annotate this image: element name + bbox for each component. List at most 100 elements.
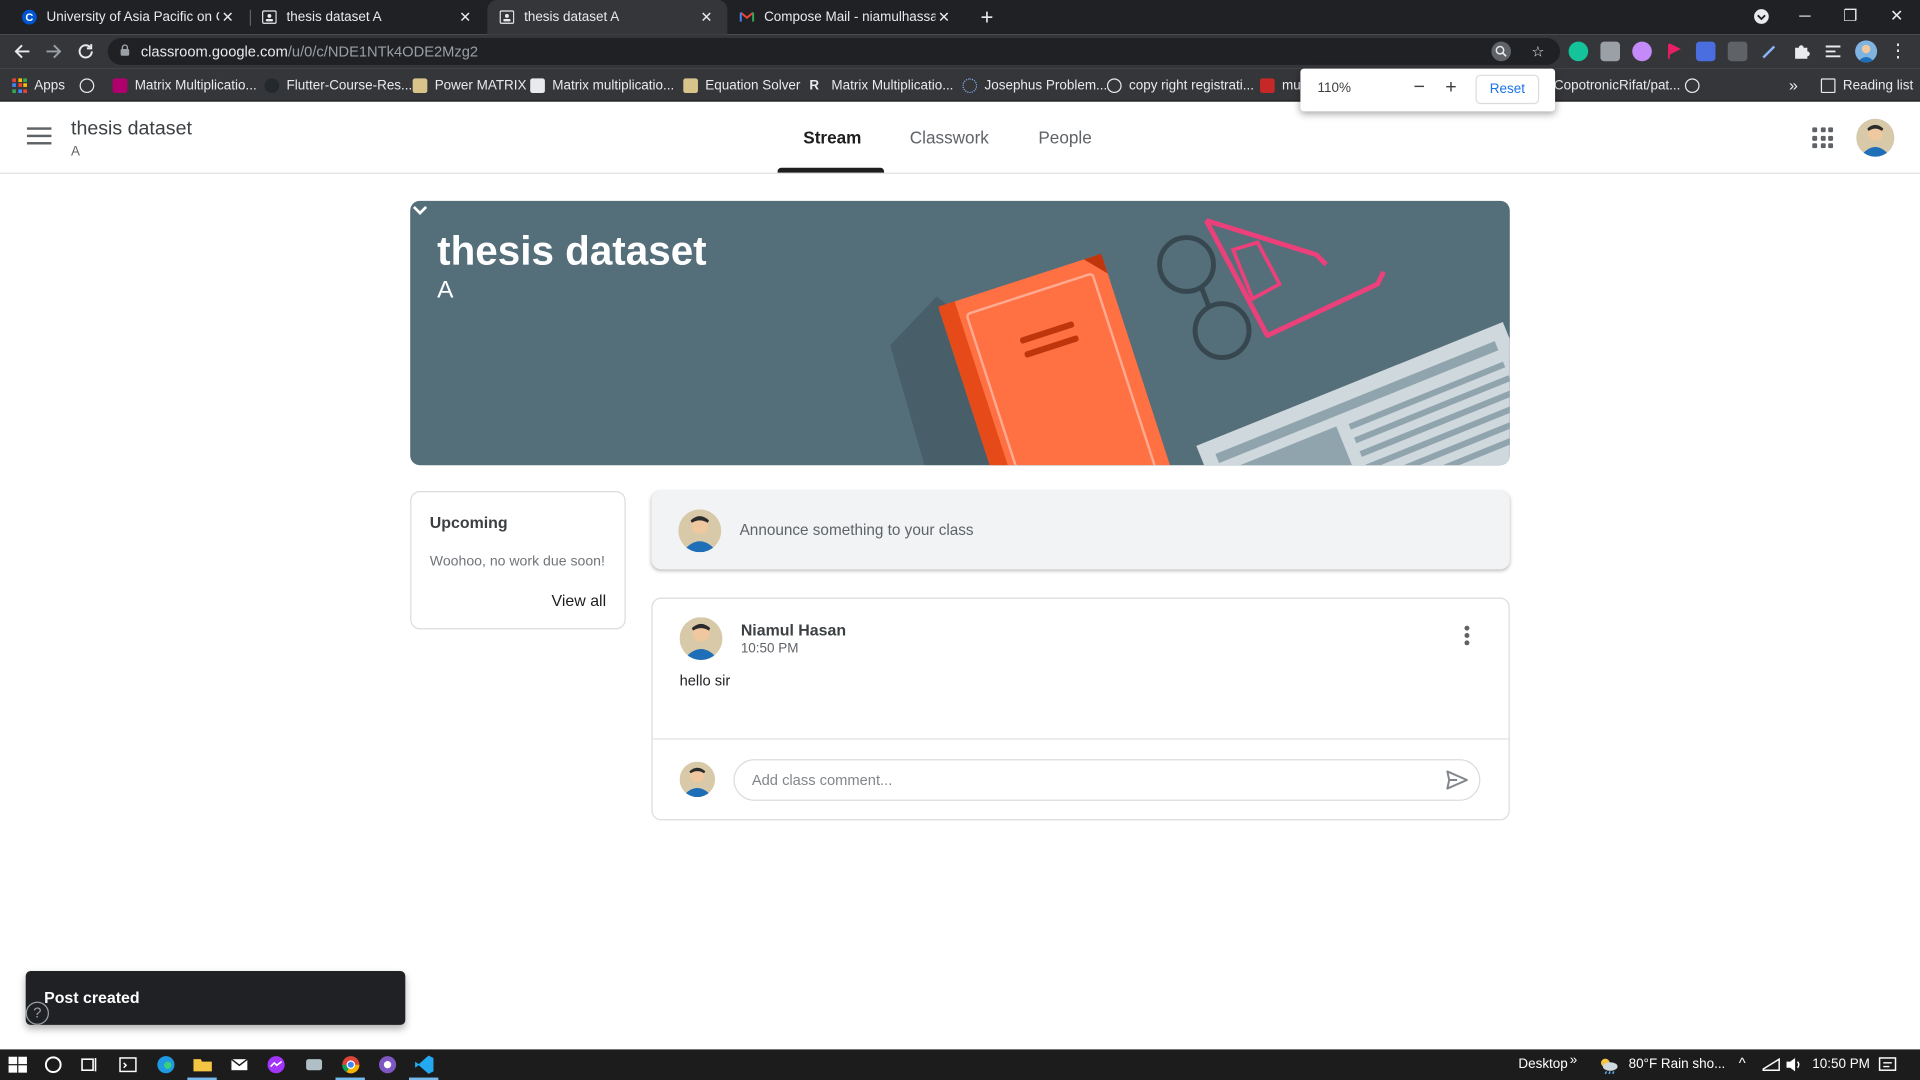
volume-icon[interactable] xyxy=(1784,1054,1805,1075)
chevron-down-icon[interactable] xyxy=(410,201,430,221)
toolbar-chevron[interactable]: » xyxy=(1570,1053,1578,1068)
tab-people[interactable]: People xyxy=(1038,127,1091,147)
globe-icon xyxy=(1684,77,1700,93)
url-path: /u/0/c/NDE1NTk4ODE2Mzg2 xyxy=(287,42,479,61)
class-title[interactable]: thesis dataset xyxy=(71,119,192,141)
new-tab-button[interactable]: + xyxy=(976,5,998,29)
apps-bookmark[interactable]: Apps xyxy=(12,69,65,102)
notifications-icon[interactable] xyxy=(1877,1054,1898,1075)
class-section: A xyxy=(71,144,81,160)
bookmark-item[interactable] xyxy=(79,69,102,102)
bookmark-star-icon[interactable]: ☆ xyxy=(1528,42,1548,62)
post-author: Niamul Hasan xyxy=(740,620,847,640)
extension-icon[interactable] xyxy=(1632,41,1652,62)
file-explorer-icon[interactable] xyxy=(192,1054,213,1075)
browser-tab-classroom-1[interactable]: thesis dataset A ✕ xyxy=(250,0,486,34)
restore-icon[interactable]: ❐ xyxy=(1828,0,1872,34)
forward-icon[interactable] xyxy=(42,39,66,63)
google-apps-icon[interactable] xyxy=(1812,127,1834,149)
vscode-icon[interactable] xyxy=(414,1054,435,1075)
network-icon[interactable] xyxy=(1761,1054,1782,1075)
task-view-icon[interactable] xyxy=(80,1054,101,1075)
back-icon[interactable] xyxy=(10,39,34,63)
account-avatar[interactable] xyxy=(1856,118,1895,157)
bookmark-item[interactable]: R Matrix Multiplicatio... xyxy=(809,69,953,102)
address-bar[interactable]: classroom.google.com/u/0/c/NDE1NTk4ODE2M… xyxy=(107,37,1561,65)
browser-tab-gmail[interactable]: Compose Mail - niamulhassan64 ✕ xyxy=(727,0,965,34)
desktop-toolbar-label[interactable]: Desktop xyxy=(1518,1057,1567,1072)
zoom-icon[interactable] xyxy=(1491,41,1512,62)
bookmark-icon xyxy=(112,77,128,93)
bookmark-item[interactable]: Josephus Problem... xyxy=(962,69,1107,102)
globe-icon xyxy=(1106,77,1122,93)
profile-indicator-icon[interactable] xyxy=(1739,0,1783,34)
bookmark-item[interactable]: mu xyxy=(1260,69,1301,102)
more-options-icon[interactable] xyxy=(1461,625,1473,648)
app-icon[interactable] xyxy=(304,1054,325,1075)
close-tab-icon[interactable]: ✕ xyxy=(219,9,236,26)
terminal-icon[interactable] xyxy=(118,1054,139,1075)
bookmark-item[interactable]: copy right registrati... xyxy=(1106,69,1254,102)
bookmark-item[interactable] xyxy=(1684,69,1707,102)
author-avatar xyxy=(679,617,723,661)
clock-time[interactable]: 10:50 PM xyxy=(1812,1057,1870,1072)
help-icon[interactable]: ? xyxy=(25,1001,49,1025)
bookmark-item[interactable]: Matrix multiplicatio... xyxy=(530,69,674,102)
search-icon[interactable] xyxy=(43,1054,64,1075)
close-tab-icon[interactable]: ✕ xyxy=(457,9,474,26)
announce-box[interactable]: Announce something to your class xyxy=(651,491,1510,570)
bookmark-item[interactable]: Matrix Multiplicatio... xyxy=(112,69,257,102)
tab-stream[interactable]: Stream xyxy=(803,127,861,147)
extensions-puzzle-icon[interactable] xyxy=(1791,42,1811,62)
main-menu-icon[interactable] xyxy=(26,127,52,147)
banner-title: thesis dataset xyxy=(437,227,707,274)
bookmark-label: Equation Solver xyxy=(705,77,801,93)
zoom-in-button[interactable]: + xyxy=(1439,76,1463,100)
pen-extension-icon[interactable] xyxy=(1760,42,1780,62)
browser-toolbar: classroom.google.com/u/0/c/NDE1NTk4ODE2M… xyxy=(0,34,1920,69)
tray-chevron-icon[interactable]: ^ xyxy=(1739,1054,1746,1071)
chrome-icon[interactable] xyxy=(340,1054,361,1075)
close-window-icon[interactable]: ✕ xyxy=(1875,0,1919,34)
app-icon[interactable] xyxy=(377,1054,398,1075)
zoom-reset-button[interactable]: Reset xyxy=(1475,74,1540,105)
screen: C University of Asia Pacific on Cour ✕ t… xyxy=(0,0,1920,1080)
messenger-icon[interactable] xyxy=(266,1054,287,1075)
tab-classwork[interactable]: Classwork xyxy=(910,127,989,147)
reading-list-label: Reading list xyxy=(1842,77,1914,93)
bookmark-item[interactable]: Power MATRIX xyxy=(412,69,527,102)
close-tab-icon[interactable]: ✕ xyxy=(698,9,715,26)
flag-extension-icon[interactable] xyxy=(1664,42,1684,62)
reading-mode-icon[interactable] xyxy=(1823,42,1843,62)
profile-avatar[interactable] xyxy=(1855,40,1878,63)
reload-icon[interactable] xyxy=(73,39,97,63)
classroom-icon xyxy=(499,10,515,25)
grammarly-extension-icon[interactable] xyxy=(1568,41,1589,62)
edge-icon[interactable] xyxy=(156,1054,177,1075)
weather-icon[interactable] xyxy=(1598,1054,1619,1075)
extension-icon[interactable] xyxy=(1727,41,1748,62)
minimize-icon[interactable]: ─ xyxy=(1783,0,1827,34)
chrome-menu-icon[interactable]: ⋮ xyxy=(1886,39,1910,63)
announce-placeholder: Announce something to your class xyxy=(739,521,974,539)
url-text: classroom.google.com/u/0/c/NDE1NTk4ODE2M… xyxy=(141,43,478,60)
bookmark-item[interactable]: Equation Solver xyxy=(683,69,800,102)
camera-extension-icon[interactable] xyxy=(1600,41,1621,62)
windows-start-icon[interactable] xyxy=(7,1054,28,1075)
bookmarks-overflow-button[interactable]: » xyxy=(1789,69,1798,102)
browser-tab-classroom-active[interactable]: thesis dataset A ✕ xyxy=(487,0,728,35)
close-tab-icon[interactable]: ✕ xyxy=(936,9,953,26)
zoom-percent: 110% xyxy=(1317,80,1352,96)
view-all-link[interactable]: View all xyxy=(552,591,607,609)
reading-list-button[interactable]: Reading list xyxy=(1820,69,1914,102)
tab-title: Compose Mail - niamulhassan64 xyxy=(764,9,935,25)
browser-tab-coursera[interactable]: C University of Asia Pacific on Cour ✕ xyxy=(10,0,249,34)
zoom-out-button[interactable]: − xyxy=(1407,76,1431,100)
bookmark-item[interactable]: CopotronicRifat/pat... xyxy=(1554,69,1681,102)
send-icon[interactable] xyxy=(1445,768,1469,792)
download-extension-icon[interactable] xyxy=(1695,41,1716,62)
mail-icon[interactable] xyxy=(229,1054,250,1075)
weather-text[interactable]: 80°F Rain sho... xyxy=(1629,1057,1726,1072)
class-comment-input[interactable] xyxy=(733,759,1481,801)
bookmark-item[interactable]: Flutter-Course-Res... xyxy=(264,69,412,102)
